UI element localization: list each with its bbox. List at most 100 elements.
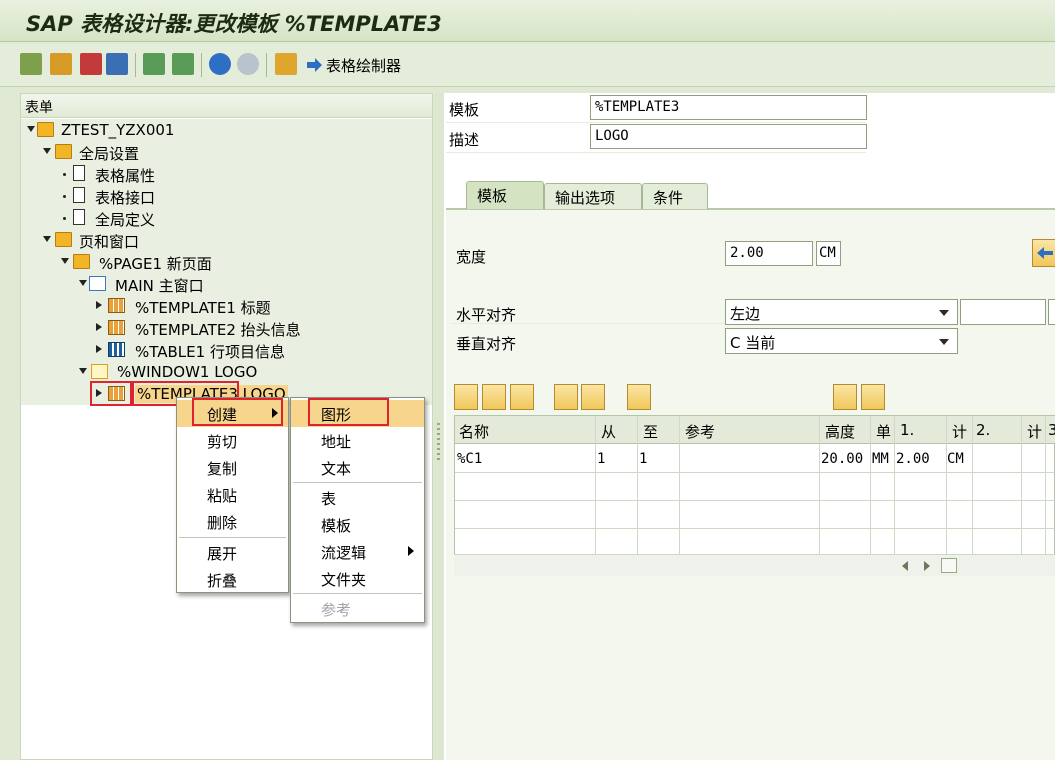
tree-node-template2[interactable]: %TEMPLATE2 抬头信息 — [21, 317, 432, 339]
tree-node-global-definitions[interactable]: 全局定义 — [21, 207, 432, 229]
toolbar-separator — [266, 53, 267, 77]
tree-node-ztest[interactable]: ZTEST_YZX001 — [21, 119, 432, 141]
description-input[interactable]: LOGO — [590, 124, 867, 149]
column-header-from[interactable]: 从 — [601, 421, 616, 442]
expanded-arrow-icon[interactable] — [43, 236, 51, 242]
expanded-arrow-icon[interactable] — [43, 148, 51, 154]
context-menu: 创建 剪切 复制 粘贴 删除 展开 折叠 — [176, 397, 289, 593]
tree-node-window1[interactable]: %WINDOW1 LOGO — [21, 361, 432, 383]
cut-row-icon[interactable] — [454, 384, 478, 410]
collapsed-arrow-icon[interactable] — [96, 301, 102, 309]
magic-wand-icon[interactable] — [80, 53, 102, 75]
scroll-thumb[interactable] — [941, 558, 957, 573]
column-header-unit[interactable]: 单 — [876, 421, 891, 442]
menu-item-label: 流逻辑 — [321, 544, 367, 562]
cell-unit1[interactable]: CM — [947, 451, 964, 467]
window-icon — [89, 276, 106, 291]
tab-output-options[interactable]: 输出选项 — [544, 183, 642, 209]
menu-item-label: 折叠 — [207, 572, 238, 590]
cell-from[interactable]: 1 — [597, 451, 605, 467]
width-input[interactable]: 2.00 — [725, 241, 813, 266]
cell-height[interactable]: 20.00 — [821, 451, 863, 467]
delete-row-icon[interactable] — [581, 384, 605, 410]
tree-node-label: %TABLE1 行项目信息 — [135, 343, 285, 361]
menu-item-cut[interactable]: 剪切 — [177, 427, 288, 454]
column-header-height[interactable]: 高度 — [825, 421, 855, 442]
menu-item-table[interactable]: 表 — [291, 484, 424, 511]
tree-node-label: %WINDOW1 LOGO — [117, 363, 258, 381]
menu-item-expand[interactable]: 展开 — [177, 539, 288, 566]
collapse-icon[interactable] — [172, 53, 194, 75]
settings-icon[interactable] — [833, 384, 857, 410]
tree-node-main-window[interactable]: MAIN 主窗口 — [21, 273, 432, 295]
template-name-input[interactable]: %TEMPLATE3 — [590, 95, 867, 120]
menu-item-label: 剪切 — [207, 433, 238, 451]
scroll-left-icon[interactable] — [902, 561, 908, 571]
column-header-unit1[interactable]: 计 — [952, 421, 967, 442]
expanded-arrow-icon[interactable] — [61, 258, 69, 264]
tree-node-form-interface[interactable]: 表格接口 — [21, 185, 432, 207]
structure-icon[interactable] — [106, 53, 128, 75]
menu-item-collapse[interactable]: 折叠 — [177, 566, 288, 593]
horizontal-offset-input[interactable] — [960, 299, 1046, 325]
column-header-reference[interactable]: 参考 — [685, 421, 715, 442]
copy-row-icon[interactable] — [482, 384, 506, 410]
expand-icon[interactable] — [143, 53, 165, 75]
column-header-to[interactable]: 至 — [643, 421, 658, 442]
cell-col1[interactable]: 2.00 — [896, 451, 930, 467]
panel-splitter[interactable] — [434, 93, 444, 760]
insert-row-icon[interactable] — [554, 384, 578, 410]
down-arrow-icon[interactable] — [861, 384, 885, 410]
menu-item-folder[interactable]: 文件夹 — [291, 565, 424, 592]
grid-settings-icon[interactable] — [275, 53, 297, 75]
expanded-arrow-icon[interactable] — [27, 126, 35, 132]
back-button[interactable] — [1032, 239, 1055, 267]
horizontal-align-select[interactable]: 左边 — [725, 299, 958, 325]
cell-to[interactable]: 1 — [639, 451, 647, 467]
cell-unit[interactable]: MM — [872, 451, 889, 467]
window-title: SAP 表格设计器:更改模板 %TEMPLATE3 — [26, 12, 442, 36]
tab-template[interactable]: 模板 — [466, 181, 544, 209]
column-header-2[interactable]: 2. — [976, 421, 990, 439]
tree-node-template1[interactable]: %TEMPLATE1 标题 — [21, 295, 432, 317]
splitter-grip[interactable] — [437, 423, 440, 463]
arrow-left-icon — [1037, 247, 1053, 259]
scroll-right-icon[interactable] — [924, 561, 930, 571]
menu-item-delete[interactable]: 删除 — [177, 508, 288, 535]
column-header-1[interactable]: 1. — [900, 421, 914, 439]
cell-name[interactable]: %C1 — [457, 451, 482, 467]
arrow-right-icon — [307, 58, 322, 72]
column-header-unit2[interactable]: 计 — [1027, 421, 1042, 442]
submenu-arrow-icon — [408, 546, 414, 556]
glasses-icon[interactable] — [20, 53, 42, 75]
paste-row-icon[interactable] — [510, 384, 534, 410]
hierarchy-icon[interactable] — [627, 384, 651, 410]
menu-item-template[interactable]: 模板 — [291, 511, 424, 538]
tree-node-pages-windows[interactable]: 页和窗口 — [21, 229, 432, 251]
hierarchy-icon[interactable] — [50, 53, 72, 75]
collapsed-arrow-icon[interactable] — [96, 345, 102, 353]
menu-item-label: 删除 — [207, 514, 238, 532]
column-header-name[interactable]: 名称 — [459, 421, 489, 442]
expanded-arrow-icon[interactable] — [79, 280, 87, 286]
tree-node-global-settings[interactable]: 全局设置 — [21, 141, 432, 163]
tree-node-page1[interactable]: %PAGE1 新页面 — [21, 251, 432, 273]
template-label: 模板 — [449, 101, 480, 119]
tab-conditions[interactable]: 条件 — [642, 183, 708, 209]
menu-item-address[interactable]: 地址 — [291, 427, 424, 454]
tree-node-table1[interactable]: %TABLE1 行项目信息 — [21, 339, 432, 361]
undo-icon[interactable] — [209, 53, 231, 75]
horizontal-offset-unit-input[interactable] — [1048, 299, 1055, 325]
menu-item-flow-logic[interactable]: 流逻辑 — [291, 538, 424, 565]
horizontal-scrollbar[interactable] — [454, 554, 1055, 576]
column-header-3[interactable]: 3 — [1048, 421, 1055, 439]
collapsed-arrow-icon[interactable] — [96, 323, 102, 331]
expanded-arrow-icon[interactable] — [79, 368, 87, 374]
create-submenu: 图形 地址 文本 表 模板 流逻辑 文件夹 参考 — [290, 397, 425, 623]
width-unit-input[interactable]: CM — [816, 241, 841, 266]
vertical-align-select[interactable]: C 当前 — [725, 328, 958, 354]
menu-item-paste[interactable]: 粘贴 — [177, 481, 288, 508]
tree-node-form-attributes[interactable]: 表格属性 — [21, 163, 432, 185]
menu-item-text[interactable]: 文本 — [291, 454, 424, 481]
menu-item-copy[interactable]: 复制 — [177, 454, 288, 481]
